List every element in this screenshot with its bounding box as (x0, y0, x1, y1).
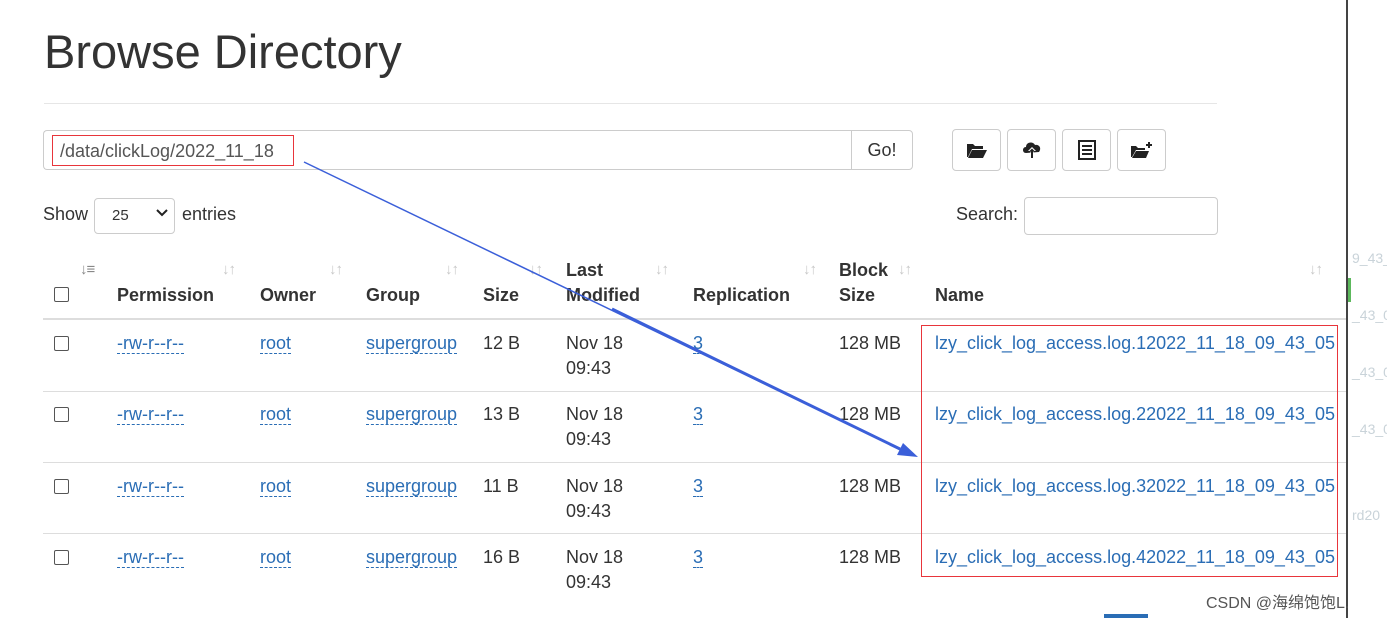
sort-icon[interactable]: ↓↑ (898, 261, 912, 278)
file-size: 13 B (483, 404, 521, 424)
replication-link[interactable]: 3 (693, 404, 704, 425)
file-size: 16 B (483, 547, 521, 567)
background-window-strip: 9_43_0 _43_0 _43_0 _43_0 rd20 (1348, 0, 1387, 618)
page-title: Browse Directory (44, 25, 402, 78)
row-checkbox[interactable] (54, 407, 69, 422)
col-last-modified[interactable]: Last Modified (566, 258, 640, 308)
group-link[interactable]: supergroup (366, 333, 458, 354)
col-last-modified-line2: Modified (566, 285, 640, 305)
sort-asc-icon[interactable]: ↓≡ (80, 261, 95, 278)
group-link[interactable]: supergroup (366, 547, 458, 568)
go-button[interactable]: Go! (851, 130, 913, 170)
row-checkbox[interactable] (54, 336, 69, 351)
group-link[interactable]: supergroup (366, 476, 458, 497)
col-block-size[interactable]: Block Size (839, 258, 888, 308)
search-input[interactable] (1024, 197, 1218, 235)
permission-link[interactable]: -rw-r--r-- (117, 547, 184, 568)
replication-link[interactable]: 3 (693, 333, 704, 354)
sort-icon[interactable]: ↓↑ (445, 261, 459, 278)
permission-link[interactable]: -rw-r--r-- (117, 404, 184, 425)
block-size: 128 MB (839, 404, 902, 424)
block-size: 128 MB (839, 333, 902, 353)
file-size: 11 B (483, 476, 519, 496)
block-size: 128 MB (839, 476, 902, 496)
owner-link[interactable]: root (260, 547, 292, 568)
title-divider (44, 103, 1217, 104)
pagination-hint (1104, 614, 1148, 618)
col-owner[interactable]: Owner (260, 283, 316, 308)
modified-date: Nov 18 (566, 404, 624, 424)
col-group[interactable]: Group (366, 283, 420, 308)
col-permission[interactable]: Permission (117, 283, 214, 308)
owner-link[interactable]: root (260, 404, 292, 425)
cloud-upload-icon (1022, 142, 1040, 158)
owner-link[interactable]: root (260, 476, 292, 497)
replication-link[interactable]: 3 (693, 547, 704, 568)
modified-date: Nov 18 (566, 333, 624, 353)
select-all-checkbox[interactable] (54, 287, 69, 302)
sort-icon[interactable]: ↓↑ (655, 261, 669, 278)
modified-date: Nov 18 (566, 476, 624, 496)
file-size: 12 B (483, 333, 521, 353)
list-icon (1077, 140, 1096, 160)
upload-button[interactable] (1007, 129, 1056, 171)
block-size: 128 MB (839, 547, 902, 567)
modified-time: 09:43 (566, 429, 612, 449)
show-label: Show (43, 204, 89, 224)
list-view-button[interactable] (1062, 129, 1111, 171)
col-block-size-line1: Block (839, 260, 889, 280)
modified-time: 09:43 (566, 501, 612, 521)
browse-folder-button[interactable] (952, 129, 1001, 171)
sort-icon[interactable]: ↓↑ (329, 261, 343, 278)
owner-link[interactable]: root (260, 333, 292, 354)
group-link[interactable]: supergroup (366, 404, 458, 425)
replication-link[interactable]: 3 (693, 476, 704, 497)
sort-icon[interactable]: ↓↑ (222, 261, 236, 278)
file-names-highlight-box (921, 325, 1338, 577)
modified-time: 09:43 (566, 572, 612, 592)
path-highlight-box (52, 135, 294, 166)
col-name[interactable]: Name (935, 283, 984, 308)
new-folder-icon (1130, 142, 1152, 158)
col-block-size-line2: Size (839, 285, 876, 305)
permission-link[interactable]: -rw-r--r-- (117, 333, 184, 354)
entries-label: entries (182, 204, 237, 224)
search-label: Search: (956, 204, 1019, 224)
hdfs-browser-page: Browse Directory /data/clickLog/2022_11_… (0, 0, 1348, 618)
chevron-down-icon (156, 209, 168, 217)
row-checkbox[interactable] (54, 550, 69, 565)
sort-icon[interactable]: ↓↑ (529, 261, 543, 278)
modified-date: Nov 18 (566, 547, 624, 567)
col-last-modified-line1: Last (566, 260, 604, 280)
table-header-divider (43, 318, 1348, 320)
permission-link[interactable]: -rw-r--r-- (117, 476, 184, 497)
col-size[interactable]: Size (483, 283, 519, 308)
folder-open-icon (966, 144, 987, 158)
modified-time: 09:43 (566, 358, 612, 378)
create-folder-button[interactable] (1117, 129, 1166, 171)
sort-icon[interactable]: ↓↑ (803, 261, 817, 278)
row-checkbox[interactable] (54, 479, 69, 494)
sort-icon[interactable]: ↓↑ (1309, 261, 1323, 278)
watermark: CSDN @海绵饱饱L. (1206, 595, 1350, 612)
col-replication[interactable]: Replication (693, 283, 790, 308)
